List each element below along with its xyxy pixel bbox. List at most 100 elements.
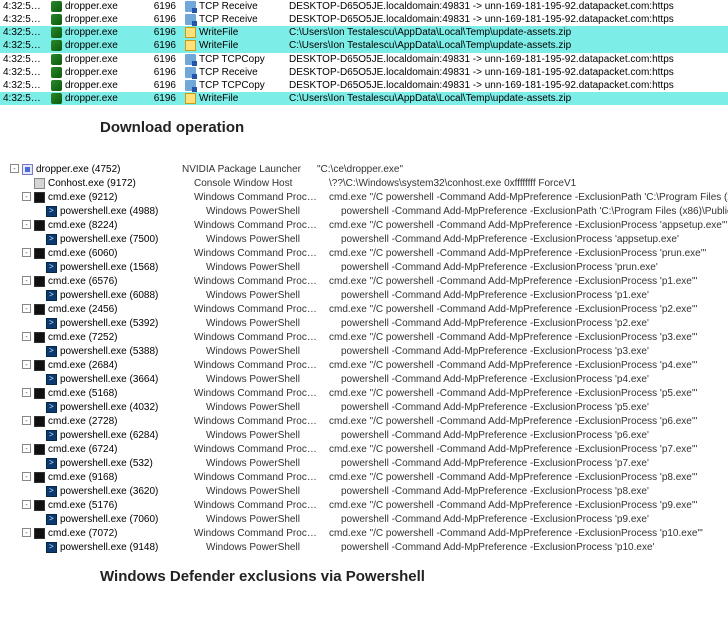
proctree-row[interactable]: powershell.exe (532)Windows PowerShellpo… [10,456,728,470]
pid-cell: 6196 [140,0,182,13]
time-cell: 4:32:5… [0,79,48,92]
procmon-table[interactable]: 4:32:5…dropper.exe6196TCP ReceiveDESKTOP… [0,0,728,105]
proctree-row[interactable]: -cmd.exe (5176)Windows Command Proc…cmd.… [10,498,728,512]
time-cell: 4:32:5… [0,92,48,105]
proc-name: cmd.exe (6724) [34,444,194,455]
proctree-row[interactable]: -dropper.exe (4752)NVIDIA Package Launch… [10,162,728,176]
proc-type: Windows PowerShell [206,486,341,497]
proctree-row[interactable]: powershell.exe (6284)Windows PowerShellp… [10,428,728,442]
proc-cmdline: powershell -Command Add-MpPreference -Ex… [341,458,728,469]
proctree-row[interactable]: powershell.exe (7060)Windows PowerShellp… [10,512,728,526]
proc-cmdline: powershell -Command Add-MpPreference -Ex… [341,234,728,245]
pid-cell: 6196 [140,13,182,26]
proctree-row[interactable]: -cmd.exe (6724)Windows Command Proc…cmd.… [10,442,728,456]
cmd-icon [34,220,45,231]
proctree-row[interactable]: -cmd.exe (5168)Windows Command Proc…cmd.… [10,386,728,400]
tree-toggle[interactable]: - [22,332,31,341]
procmon-row[interactable]: 4:32:5…dropper.exe6196TCP ReceiveDESKTOP… [0,0,728,13]
tree-indent [10,178,34,189]
operation-cell: TCP Receive [182,0,286,13]
proc-name: powershell.exe (9148) [46,542,206,553]
proc-type: Windows PowerShell [206,290,341,301]
tree-indent: - [10,276,34,287]
powershell-icon [46,318,57,329]
proc-name: dropper.exe (4752) [22,164,182,175]
procmon-row[interactable]: 4:32:5…dropper.exe6196WriteFileC:\Users\… [0,39,728,52]
tree-toggle[interactable]: - [22,360,31,369]
time-cell: 4:32:5… [0,26,48,39]
tree-toggle[interactable]: - [22,192,31,201]
proc-type: Windows PowerShell [206,514,341,525]
proc-cmdline: cmd.exe "/C powershell -Command Add-MpPr… [329,332,728,343]
tree-toggle[interactable]: - [22,388,31,397]
pid-cell: 6196 [140,53,182,66]
proc-name: cmd.exe (5176) [34,500,194,511]
tree-indent [10,430,46,441]
proc-name: powershell.exe (3620) [46,486,206,497]
tree-toggle[interactable]: - [22,276,31,285]
proctree-row[interactable]: powershell.exe (7500)Windows PowerShellp… [10,232,728,246]
procmon-row[interactable]: 4:32:5…dropper.exe6196TCP TCPCopyDESKTOP… [0,79,728,92]
proctree-row[interactable]: powershell.exe (5392)Windows PowerShellp… [10,316,728,330]
proc-name: powershell.exe (1568) [46,262,206,273]
proctree-row[interactable]: -cmd.exe (8224)Windows Command Proc…cmd.… [10,218,728,232]
tree-toggle[interactable]: - [22,248,31,257]
tree-indent [10,290,46,301]
proctree-row[interactable]: powershell.exe (3620)Windows PowerShellp… [10,484,728,498]
pid-cell: 6196 [140,39,182,52]
proc-name: cmd.exe (7252) [34,332,194,343]
proctree-row[interactable]: -cmd.exe (9168)Windows Command Proc…cmd.… [10,470,728,484]
proc-name: cmd.exe (2456) [34,304,194,315]
process-icon [51,93,62,104]
procmon-row[interactable]: 4:32:5…dropper.exe6196WriteFileC:\Users\… [0,26,728,39]
proctree-row[interactable]: -cmd.exe (9212)Windows Command Proc…cmd.… [10,190,728,204]
proc-cmdline: powershell -Command Add-MpPreference -Ex… [341,486,728,497]
proc-cmdline: powershell -Command Add-MpPreference -Ex… [341,318,728,329]
proctree-row[interactable]: powershell.exe (1568)Windows PowerShellp… [10,260,728,274]
procmon-row[interactable]: 4:32:5…dropper.exe6196TCP ReceiveDESKTOP… [0,13,728,26]
proc-name: Conhost.exe (9172) [34,178,194,189]
cmd-icon [34,528,45,539]
tree-toggle[interactable]: - [22,416,31,425]
powershell-icon [46,486,57,497]
process-icon [51,14,62,25]
tree-toggle[interactable]: - [22,500,31,509]
powershell-icon [46,458,57,469]
proctree-row[interactable]: powershell.exe (6088)Windows PowerShellp… [10,288,728,302]
proctree-row[interactable]: -cmd.exe (2728)Windows Command Proc…cmd.… [10,414,728,428]
proctree-row[interactable]: -cmd.exe (7252)Windows Command Proc…cmd.… [10,330,728,344]
proctree-row[interactable]: powershell.exe (9148)Windows PowerShellp… [10,540,728,554]
process-tree[interactable]: -dropper.exe (4752)NVIDIA Package Launch… [10,162,728,554]
proc-type: Windows Command Proc… [194,416,329,427]
tcp-icon [185,67,196,78]
proctree-row[interactable]: -cmd.exe (7072)Windows Command Proc…cmd.… [10,526,728,540]
tree-toggle[interactable]: - [10,164,19,173]
tree-toggle[interactable]: - [22,304,31,313]
operation-cell: TCP TCPCopy [182,53,286,66]
procmon-row[interactable]: 4:32:5…dropper.exe6196TCP TCPCopyDESKTOP… [0,53,728,66]
proctree-row[interactable]: -cmd.exe (6576)Windows Command Proc…cmd.… [10,274,728,288]
procmon-row[interactable]: 4:32:5…dropper.exe6196TCP ReceiveDESKTOP… [0,66,728,79]
proctree-row[interactable]: Conhost.exe (9172)Console Window Host\??… [10,176,728,190]
proctree-row[interactable]: powershell.exe (3664)Windows PowerShellp… [10,372,728,386]
operation-cell: WriteFile [182,92,286,105]
proctree-row[interactable]: -cmd.exe (2684)Windows Command Proc…cmd.… [10,358,728,372]
tree-toggle[interactable]: - [22,444,31,453]
tree-toggle[interactable]: - [22,528,31,537]
proc-type: Windows PowerShell [206,206,341,217]
proctree-row[interactable]: -cmd.exe (2456)Windows Command Proc…cmd.… [10,302,728,316]
proctree-row[interactable]: powershell.exe (4032)Windows PowerShellp… [10,400,728,414]
tree-toggle[interactable]: - [22,472,31,481]
tree-indent: - [10,248,34,259]
proctree-row[interactable]: powershell.exe (4988)Windows PowerShellp… [10,204,728,218]
proc-type: Windows Command Proc… [194,304,329,315]
procmon-row[interactable]: 4:32:5…dropper.exe6196WriteFileC:\Users\… [0,92,728,105]
proctree-row[interactable]: powershell.exe (5388)Windows PowerShellp… [10,344,728,358]
proc-name: cmd.exe (6576) [34,276,194,287]
process-cell: dropper.exe [48,79,140,92]
proctree-row[interactable]: -cmd.exe (6060)Windows Command Proc…cmd.… [10,246,728,260]
proc-name: cmd.exe (9212) [34,192,194,203]
tree-toggle[interactable]: - [22,220,31,229]
proc-cmdline: powershell -Command Add-MpPreference -Ex… [341,206,728,217]
powershell-icon [46,262,57,273]
